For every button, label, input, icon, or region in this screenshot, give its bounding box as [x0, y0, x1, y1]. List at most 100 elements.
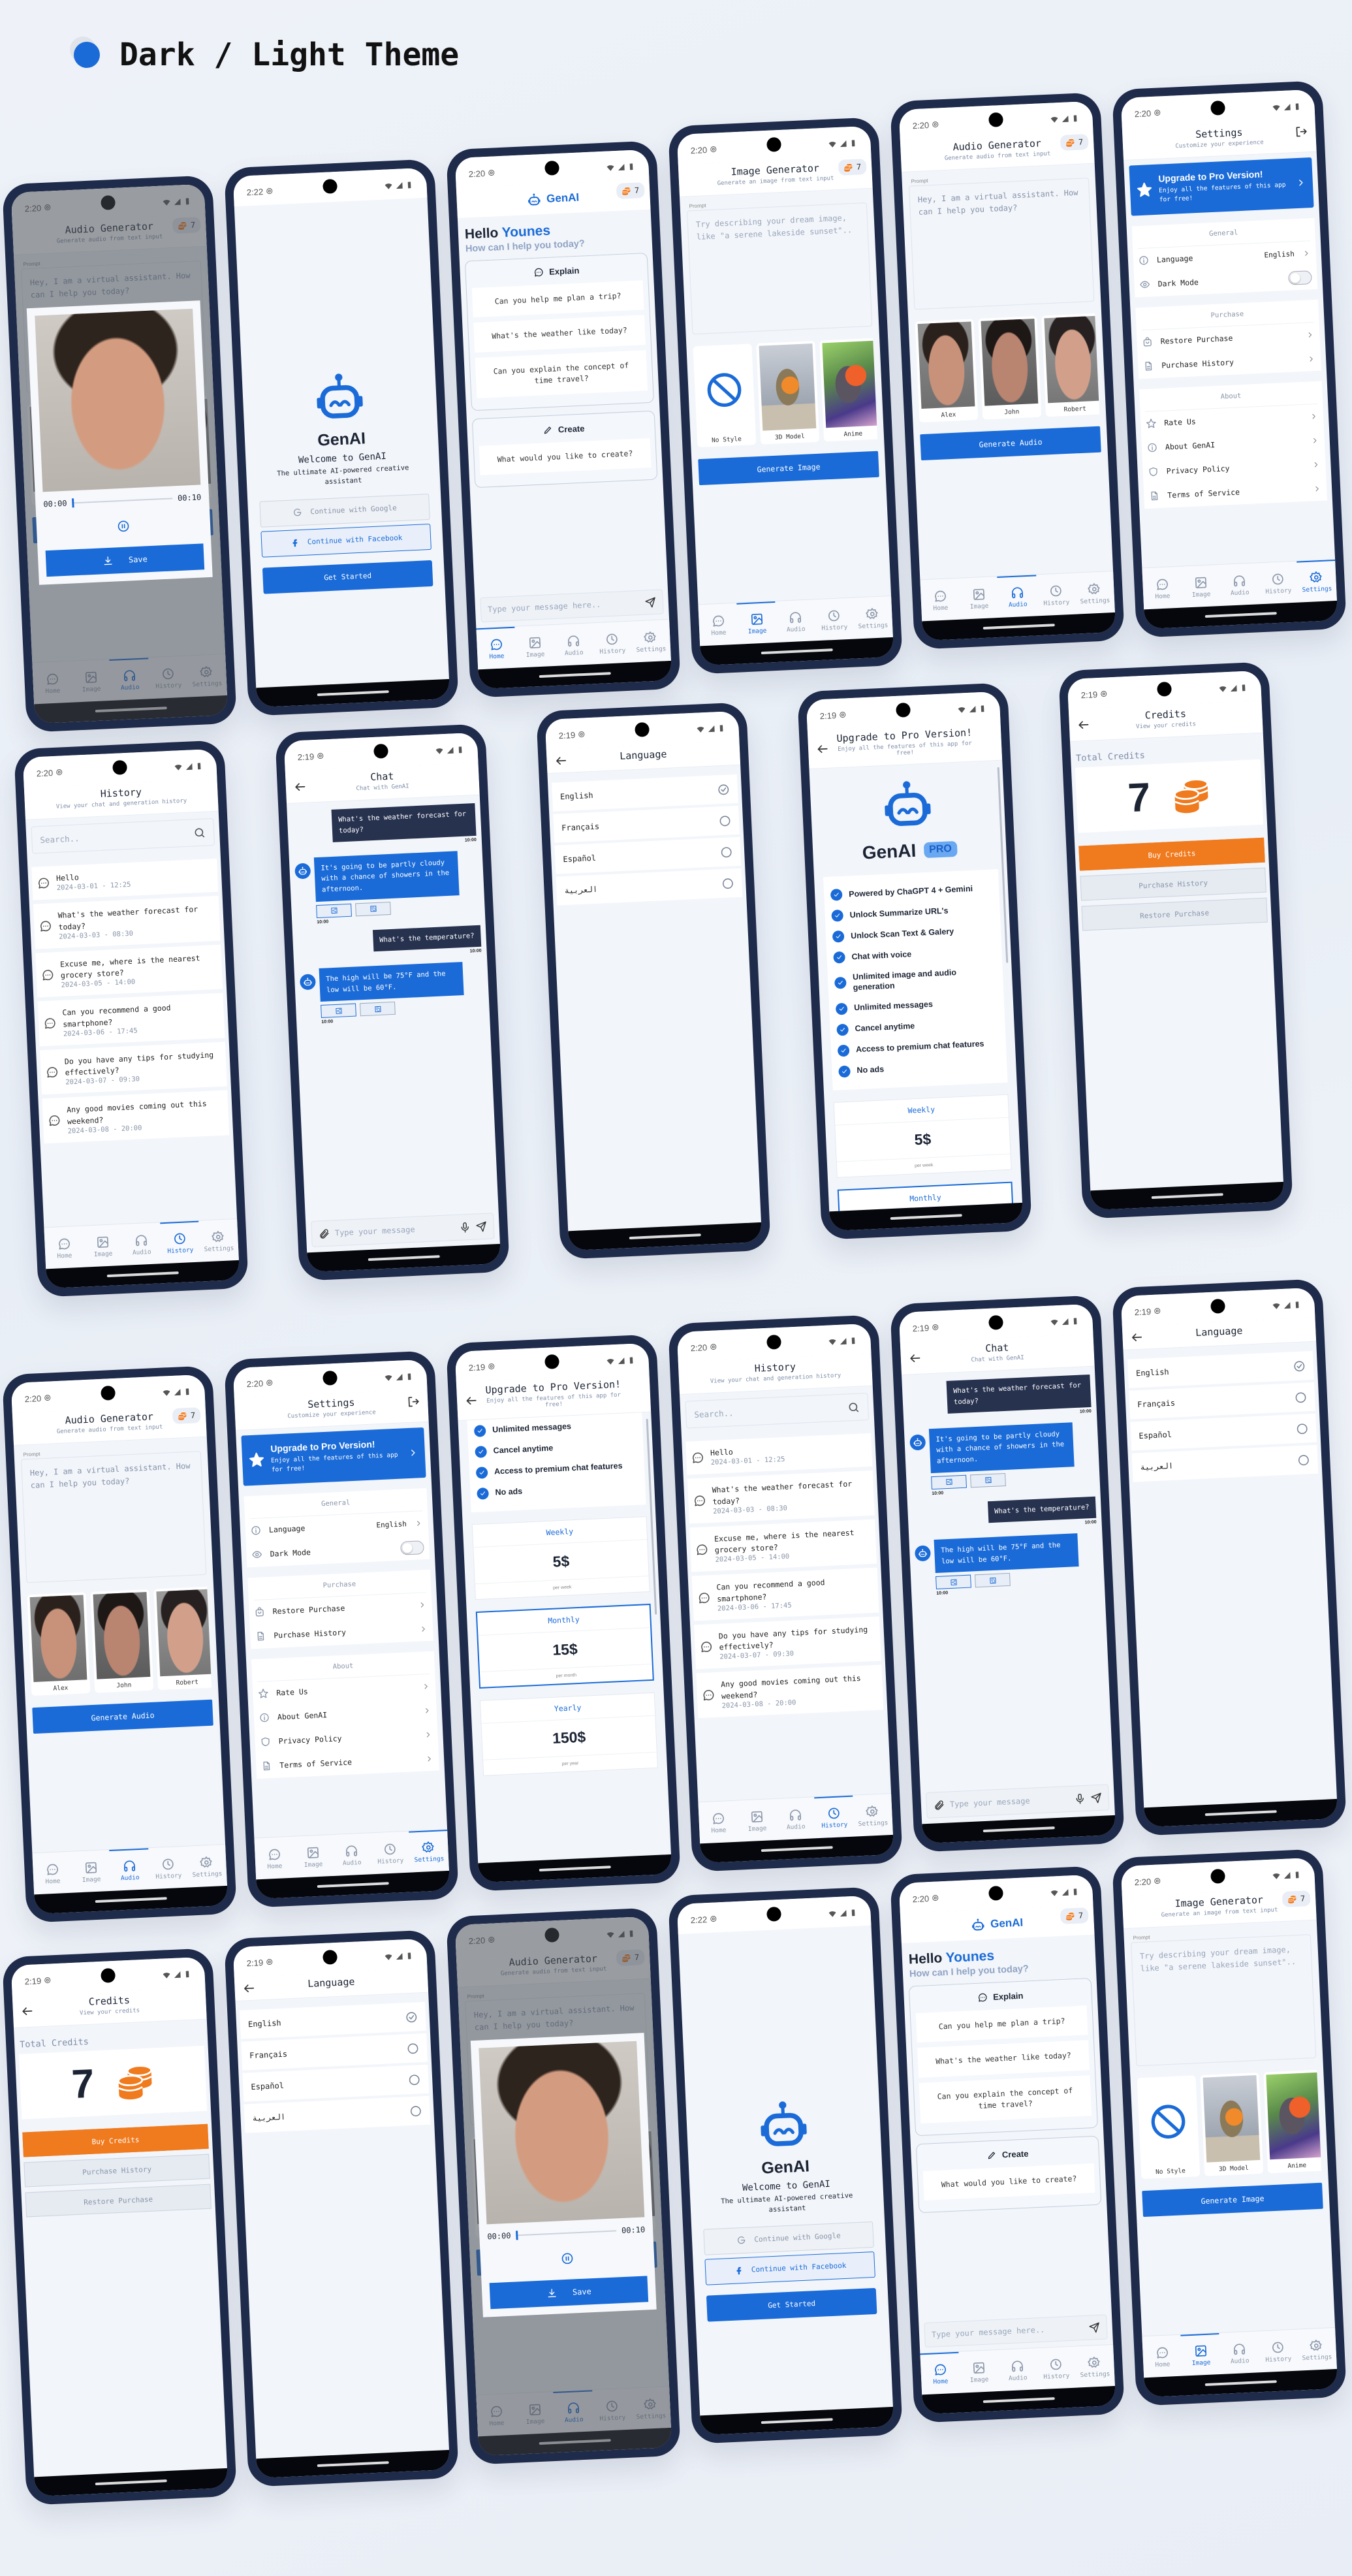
language-option[interactable]: English — [1127, 1350, 1314, 1388]
nav-image[interactable]: Image — [1181, 565, 1221, 608]
history-item[interactable]: What's the weather forecast for today? 20… — [33, 895, 221, 949]
share-button[interactable] — [935, 1574, 971, 1590]
nav-history[interactable]: History — [592, 622, 633, 665]
prompt-suggestion[interactable]: What's the weather like today? — [917, 2040, 1090, 2078]
generate-audio-button[interactable]: Generate Audio — [32, 1699, 213, 1734]
logout-button[interactable] — [407, 1395, 420, 1408]
plan-weekly[interactable]: Weekly 5$ per week — [471, 1516, 650, 1600]
plan-weekly[interactable]: Weekly 5$ per week — [833, 1094, 1012, 1178]
language-option[interactable]: العربية — [1131, 1444, 1319, 1482]
pause-icon[interactable] — [117, 519, 131, 533]
nav-image[interactable]: Image — [71, 1850, 112, 1893]
playback-slider[interactable] — [72, 498, 173, 508]
credits-badge[interactable]: 7 — [1060, 1907, 1089, 1924]
nav-history[interactable]: History — [1258, 2330, 1298, 2373]
nav-settings[interactable]: Settings — [1075, 571, 1115, 614]
radio-icon[interactable] — [1297, 1454, 1310, 1467]
nav-audio[interactable]: Audio — [997, 575, 1038, 618]
back-button[interactable] — [20, 2004, 34, 2018]
credits-badge[interactable]: 7 — [172, 1407, 201, 1424]
pause-button[interactable] — [44, 516, 203, 536]
prompt-textarea[interactable]: Try describing your dream image, like "a… — [686, 202, 873, 335]
purchase-history-button[interactable]: Purchase History — [24, 2154, 210, 2187]
nav-home[interactable]: Home — [44, 1226, 84, 1269]
language-option[interactable]: Español — [1130, 1413, 1317, 1451]
mic-icon[interactable] — [1074, 1792, 1086, 1804]
nav-image[interactable]: Image — [1180, 2333, 1221, 2376]
nav-image[interactable]: Image — [83, 1224, 123, 1267]
nav-home[interactable]: Home — [698, 603, 738, 646]
back-button[interactable] — [908, 1351, 922, 1365]
generate-image-button[interactable]: Generate Image — [1142, 2182, 1323, 2218]
radio-icon[interactable] — [407, 2042, 420, 2055]
mic-icon[interactable] — [459, 1221, 471, 1233]
history-item[interactable]: Hello 2024-03-01 - 12:25 — [31, 858, 219, 900]
language-option[interactable]: العربية — [244, 2095, 431, 2133]
google-signin-button[interactable]: Continue with Google — [259, 493, 430, 528]
history-item[interactable]: Do you have any tips for studying effect… — [40, 1042, 227, 1095]
back-button[interactable] — [554, 754, 568, 768]
nav-settings[interactable]: Settings — [1075, 2345, 1115, 2388]
nav-image[interactable]: Image — [736, 601, 778, 644]
facebook-signin-button[interactable]: Continue with Facebook — [704, 2251, 875, 2285]
voice-option[interactable]: John — [978, 315, 1042, 420]
back-button[interactable] — [242, 1982, 256, 1996]
send-icon[interactable] — [644, 596, 656, 608]
nav-image[interactable]: Image — [515, 625, 556, 668]
radio-icon[interactable] — [1295, 1391, 1308, 1404]
pause-icon[interactable] — [561, 2251, 574, 2265]
save-button[interactable]: Save — [489, 2276, 649, 2310]
google-signin-button[interactable]: Continue with Google — [703, 2221, 874, 2255]
radio-icon[interactable] — [409, 2105, 422, 2118]
message-input[interactable]: Type your message here.. — [480, 589, 664, 623]
paperclip-icon[interactable] — [319, 1228, 330, 1239]
upgrade-banner[interactable]: Upgrade to Pro Version! Enjoy all the fea… — [241, 1427, 426, 1486]
nav-settings[interactable]: Settings — [187, 1845, 227, 1888]
nav-settings[interactable]: Settings — [198, 1219, 239, 1262]
radio-icon[interactable] — [720, 846, 733, 859]
nav-settings[interactable]: Settings — [631, 620, 671, 663]
send-icon[interactable] — [1088, 2321, 1100, 2333]
back-button[interactable] — [293, 780, 307, 793]
style-option[interactable]: 3D Model — [1200, 2072, 1264, 2176]
nav-history[interactable]: History — [159, 1220, 200, 1264]
nav-image[interactable]: Image — [959, 577, 999, 620]
nav-settings[interactable]: Settings — [408, 1829, 449, 1873]
get-started-button[interactable]: Get Started — [262, 560, 433, 594]
style-option[interactable]: 3D Model — [756, 340, 820, 445]
radio-icon[interactable] — [408, 2073, 421, 2086]
nav-home[interactable]: Home — [1142, 2335, 1182, 2378]
voice-option[interactable]: Robert — [1041, 313, 1100, 417]
send-icon[interactable] — [475, 1220, 487, 1232]
language-option[interactable]: العربية — [556, 868, 743, 906]
nav-audio[interactable]: Audio — [1219, 563, 1260, 606]
style-option[interactable]: Anime — [819, 338, 878, 442]
nav-history[interactable]: History — [1036, 573, 1077, 616]
nav-audio[interactable]: Audio — [554, 623, 594, 666]
nav-settings[interactable]: Settings — [1296, 559, 1337, 603]
credits-badge[interactable]: 7 — [838, 159, 867, 176]
credits-badge[interactable]: 7 — [616, 182, 645, 199]
nav-home[interactable]: Home — [254, 1837, 294, 1880]
nav-settings[interactable]: Settings — [853, 596, 893, 639]
style-option[interactable]: No Style — [693, 343, 757, 448]
nav-image[interactable]: Image — [737, 1799, 778, 1842]
buy-credits-button[interactable]: Buy Credits — [22, 2123, 209, 2157]
voice-option[interactable]: Alex — [27, 1592, 91, 1696]
nav-image[interactable]: Image — [959, 2350, 999, 2393]
search-input[interactable]: Search.. — [685, 1392, 870, 1429]
style-option[interactable]: No Style — [1137, 2075, 1201, 2180]
dark-mode-toggle[interactable] — [400, 1540, 424, 1555]
nav-history[interactable]: History — [370, 1832, 411, 1875]
search-input[interactable]: Search.. — [31, 818, 215, 854]
plan-yearly[interactable]: Yearly 150$ per year — [479, 1692, 658, 1776]
history-item[interactable]: Excuse me, where is the nearest grocery … — [689, 1519, 877, 1572]
nav-audio[interactable]: Audio — [121, 1222, 162, 1265]
language-option[interactable]: Français — [241, 2033, 428, 2071]
history-item[interactable]: Any good movies coming out this weekend?… — [42, 1090, 230, 1144]
message-input[interactable]: Type your message — [311, 1213, 495, 1247]
history-item[interactable]: Excuse me, where is the nearest grocery … — [35, 944, 223, 998]
dark-mode-toggle[interactable] — [1287, 270, 1312, 285]
radio-icon[interactable] — [1296, 1422, 1309, 1435]
voice-option[interactable]: John — [90, 1589, 154, 1693]
